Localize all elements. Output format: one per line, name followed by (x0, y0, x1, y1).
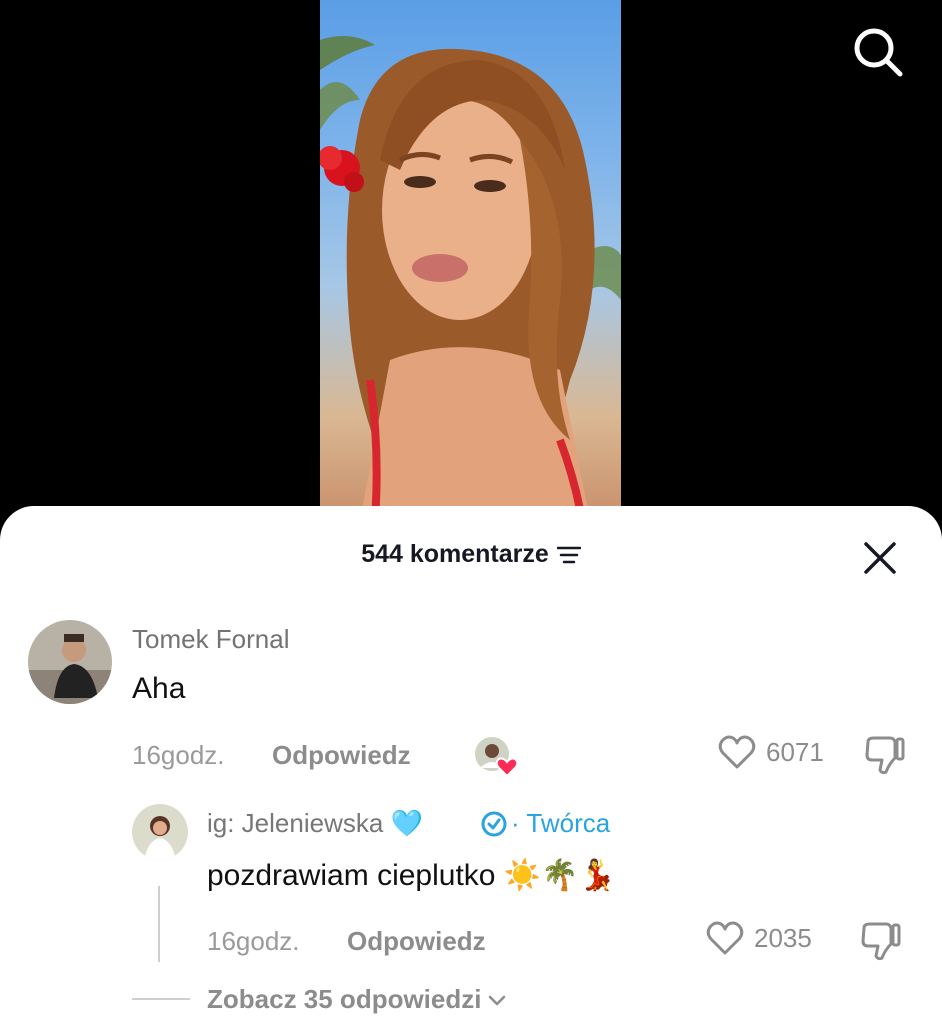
heart-icon (706, 921, 744, 955)
comments-sheet: 544 komentarze Tomek Fornal Aha 16godz. … (0, 506, 942, 1035)
close-icon[interactable] (862, 540, 898, 576)
more-replies-divider (132, 998, 190, 1000)
reply-avatar[interactable] (132, 804, 188, 860)
comment-count-title[interactable]: 544 komentarze (0, 540, 942, 569)
comment-text: Aha (132, 672, 186, 705)
view-more-replies-label: Zobacz 35 odpowiedzi (207, 984, 482, 1014)
comment-username[interactable]: Tomek Fornal (132, 624, 290, 655)
thread-line (158, 886, 160, 962)
creator-badge: · Twórca (511, 808, 611, 838)
video-player[interactable] (0, 0, 942, 540)
avatar[interactable] (28, 620, 112, 704)
reply-like-count: 2035 (754, 922, 812, 953)
heart-icon (718, 735, 756, 769)
reply-avatar-image (132, 804, 188, 860)
like-button[interactable]: 6071 (718, 734, 824, 770)
comment-count-label: 544 komentarze (361, 540, 549, 568)
reply-button[interactable]: Odpowiedz (272, 740, 411, 771)
avatar-image (28, 620, 112, 704)
video-frame[interactable] (320, 0, 621, 520)
reply-reply-button[interactable]: Odpowiedz (347, 926, 486, 957)
thumbs-down-icon[interactable] (864, 736, 906, 776)
view-more-replies-button[interactable]: Zobacz 35 odpowiedzi (207, 984, 507, 1015)
sort-icon[interactable] (556, 545, 581, 565)
creator-liked-avatar (474, 736, 519, 778)
thumbs-down-icon[interactable] (860, 922, 902, 962)
reply-timestamp: 16godz. (207, 926, 300, 956)
reply-username[interactable]: ig: Jeleniewska 🩵 (207, 808, 423, 839)
reply-text: pozdrawiam cieplutko ☀️🌴💃 (207, 859, 616, 892)
chevron-down-icon (489, 995, 506, 1005)
verified-badge-icon (481, 811, 507, 837)
search-icon[interactable] (850, 24, 906, 80)
reply-like-button[interactable]: 2035 (706, 920, 812, 956)
video-thumbnail-illustration (320, 36, 621, 520)
comment-timestamp: 16godz. (132, 740, 225, 770)
comments-header: 544 komentarze (0, 536, 942, 576)
like-count: 6071 (766, 736, 824, 767)
creator-liked-badge-icon (475, 737, 519, 778)
